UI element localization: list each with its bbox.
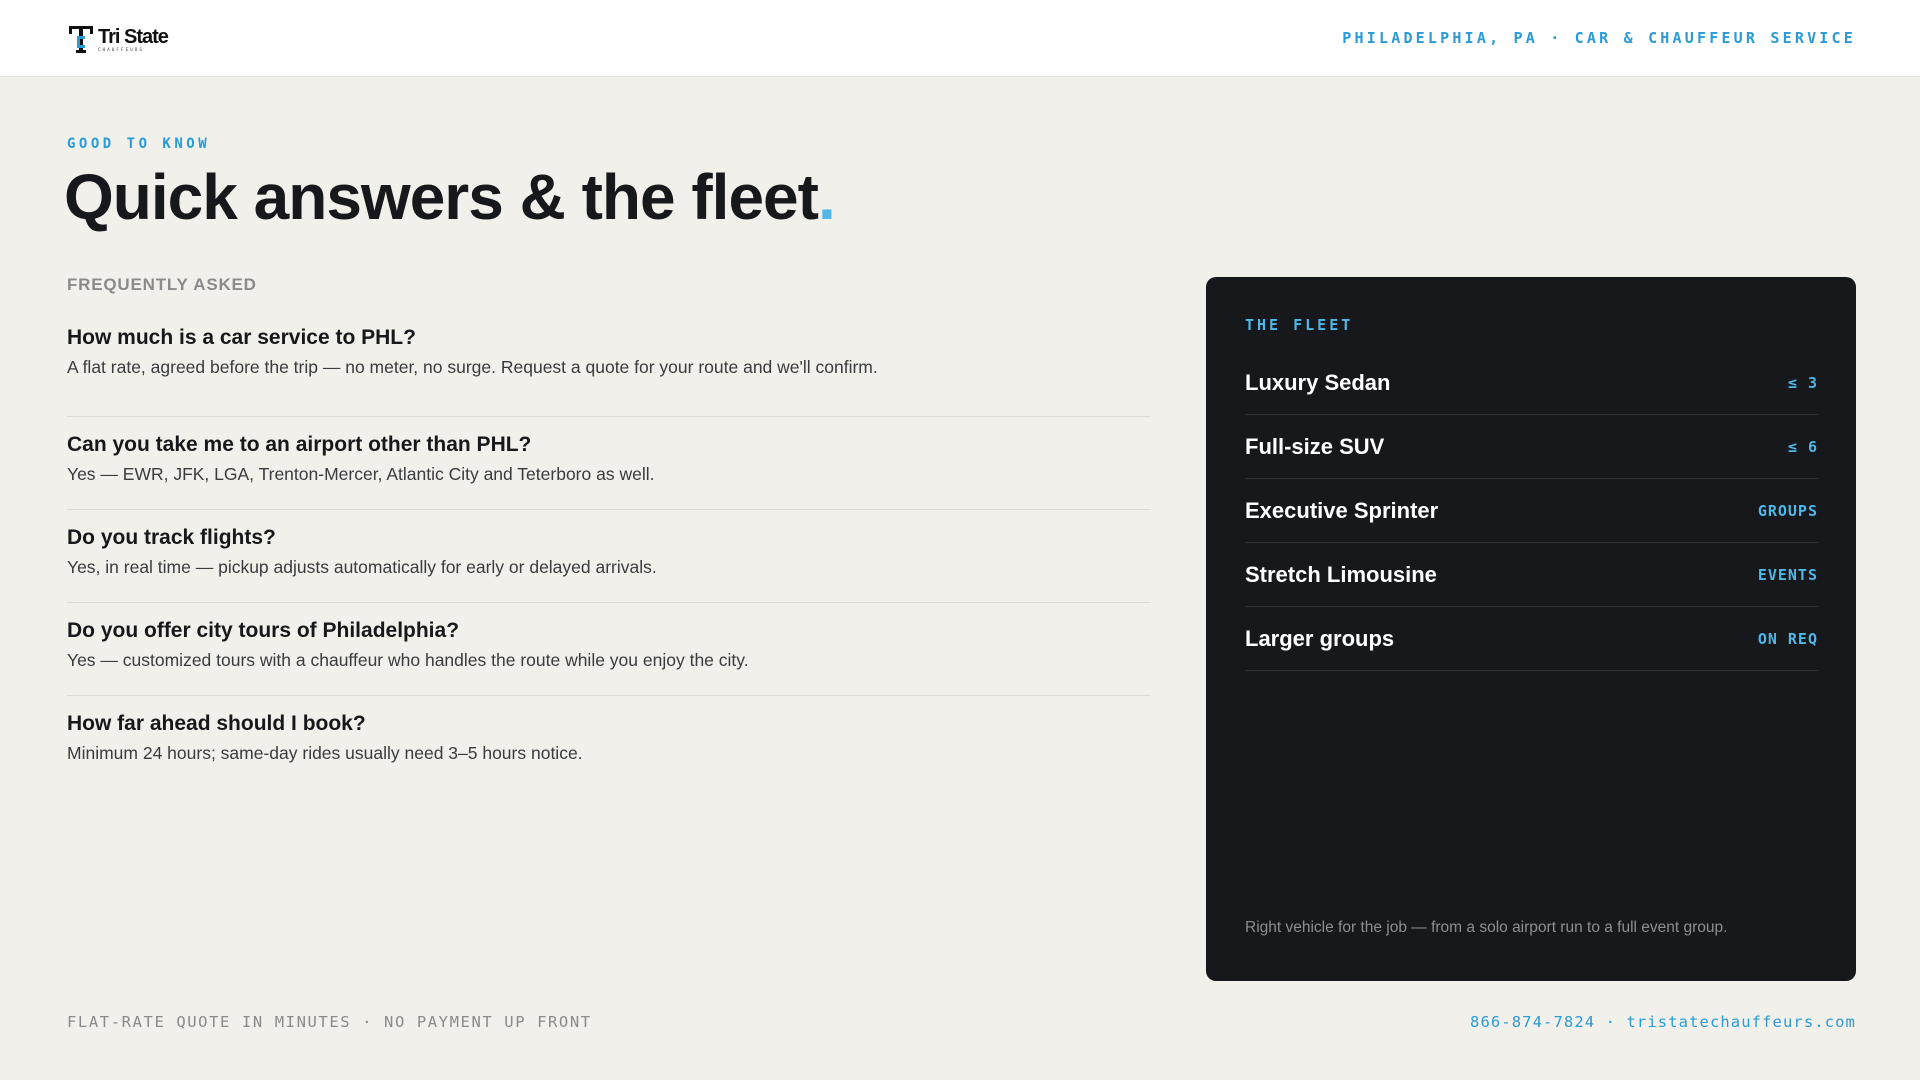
vehicle-name: Full-size SUV [1245,433,1385,459]
fleet-heading: THE FLEET [1245,316,1354,334]
faq-section: FREQUENTLY ASKED How much is a car servi… [67,274,1151,789]
faq-question: Can you take me to an airport other than… [67,433,532,456]
page-title: Quick answers & the fleet. [64,160,836,234]
fleet-row-full-size-suv[interactable]: Full-size SUV ≤ 6 [1245,415,1818,479]
faq-item[interactable]: Can you take me to an airport other than… [67,417,1151,510]
brand-logo[interactable]: Tri State CHAUFFEURS [67,23,169,55]
faq-answer: A flat rate, agreed before the trip — no… [67,357,878,377]
logo-name: Tri State [98,25,169,48]
faq-question: Do you track flights? [67,526,276,549]
page-title-text: Quick answers & the fleet [64,161,819,233]
faq-answer: Minimum 24 hours; same-day rides usually… [67,743,583,763]
fleet-row-stretch-limousine[interactable]: Stretch Limousine EVENTS [1245,543,1818,607]
vehicle-capacity: GROUPS [1757,501,1818,520]
faq-item[interactable]: Do you offer city tours of Philadelphia?… [67,603,1151,696]
faq-item[interactable]: How much is a car service to PHL? A flat… [67,324,1151,417]
vehicle-name: Luxury Sedan [1245,369,1391,395]
title-accent-dot: . [817,161,836,233]
faq-item[interactable]: How far ahead should I book? Minimum 24 … [67,696,1151,789]
fleet-panel: THE FLEET Luxury Sedan ≤ 3 Full-size SUV… [1206,277,1856,981]
faq-question: How far ahead should I book? [67,712,366,735]
logo-mark-icon [69,26,93,53]
vehicle-name: Executive Sprinter [1245,497,1439,523]
fleet-row-executive-sprinter[interactable]: Executive Sprinter GROUPS [1245,479,1818,543]
faq-item[interactable]: Do you track flights? Yes, in real time … [67,510,1151,603]
fleet-row-luxury-sedan[interactable]: Luxury Sedan ≤ 3 [1245,351,1818,415]
vehicle-name: Larger groups [1245,625,1395,651]
faq-question: How much is a car service to PHL? [67,326,416,349]
vehicle-capacity: ≤ 3 [1787,373,1818,392]
top-bar: Tri State CHAUFFEURS PHILADELPHIA, PA · … [0,0,1920,77]
vehicle-capacity: ON REQ [1757,629,1818,648]
faq-heading: FREQUENTLY ASKED [67,275,257,294]
fleet-note: Right vehicle for the job — from a solo … [1245,919,1728,936]
faq-question: Do you offer city tours of Philadelphia? [67,619,460,642]
section-eyebrow: GOOD TO KNOW [67,136,211,152]
faq-answer: Yes, in real time — pickup adjusts autom… [67,557,657,577]
vehicle-name: Stretch Limousine [1245,561,1437,587]
faq-answer: Yes — customized tours with a chauffeur … [67,650,749,670]
logo-subtitle: CHAUFFEURS [98,46,145,52]
vehicle-capacity: EVENTS [1757,565,1818,584]
faq-answer: Yes — EWR, JFK, LGA, Trenton-Mercer, Atl… [67,464,655,484]
vehicle-capacity: ≤ 6 [1787,437,1818,456]
footer-contact-link[interactable]: 866-874-7824 · tristatechauffeurs.com [1470,1013,1856,1031]
header-tagline: PHILADELPHIA, PA · CAR & CHAUFFEUR SERVI… [1342,29,1856,47]
footer-note: FLAT-RATE QUOTE IN MINUTES · NO PAYMENT … [67,1013,592,1031]
fleet-row-larger-groups[interactable]: Larger groups ON REQ [1245,607,1818,671]
